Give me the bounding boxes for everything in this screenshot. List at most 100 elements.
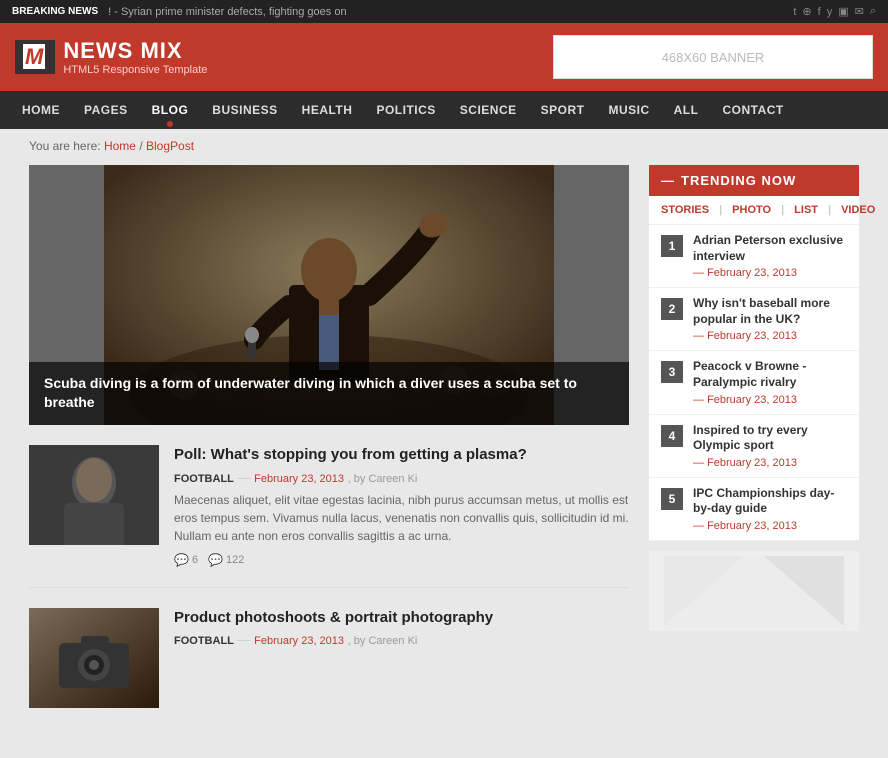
trend-number-2: 2 (661, 298, 683, 320)
trend-date-3: February 23, 2013 (693, 394, 847, 406)
sidebar-ad (649, 551, 859, 631)
tab-stories[interactable]: STORIES (661, 204, 709, 216)
breadcrumb: You are here: Home / BlogPost (29, 139, 859, 153)
nav-item-home[interactable]: HOME (10, 91, 72, 129)
breadcrumb-current[interactable]: BlogPost (146, 139, 194, 153)
article-author-2: by Careen Ki (354, 635, 418, 647)
breaking-text: ! - Syrian prime minister defects, fight… (108, 6, 793, 18)
youtube-icon[interactable]: y (827, 6, 833, 18)
article-date: February 23, 2013 (254, 473, 344, 485)
nav-link-all[interactable]: ALL (662, 91, 711, 129)
tab-list[interactable]: LIST (794, 204, 818, 216)
article-meta: Poll: What's stopping you from getting a… (174, 445, 629, 567)
nav-item-all[interactable]: ALL (662, 91, 711, 129)
nav-link-pages[interactable]: PAGES (72, 91, 140, 129)
share-count: 122 (226, 554, 244, 566)
article-thumb-svg-2 (29, 608, 159, 708)
nav-link-health[interactable]: HEALTH (290, 91, 365, 129)
sidebar-ad-svg (664, 556, 844, 626)
article-card-2: Product photoshoots & portrait photograp… (29, 608, 629, 728)
tab-photo[interactable]: PHOTO (732, 204, 771, 216)
article-title: Poll: What's stopping you from getting a… (174, 445, 629, 465)
nav-link-home[interactable]: HOME (10, 91, 72, 129)
main-layout: Scuba diving is a form of underwater div… (29, 165, 859, 748)
article-date-2: February 23, 2013 (254, 635, 344, 647)
nav-link-business[interactable]: BUSINESS (200, 91, 289, 129)
trend-text-5: IPC Championships day-by-day guide Febru… (693, 486, 847, 532)
trend-title-5[interactable]: IPC Championships day-by-day guide (693, 486, 847, 517)
share-stat: 💬 122 (208, 553, 244, 567)
article-thumb-svg (29, 445, 159, 545)
nav-item-contact[interactable]: CONTACT (710, 91, 795, 129)
breadcrumb-prefix: You are here: (29, 139, 101, 153)
mail-icon[interactable]: ✉ (855, 5, 864, 18)
trend-text-2: Why isn't baseball more popular in the U… (693, 296, 847, 342)
article-card: Poll: What's stopping you from getting a… (29, 445, 629, 588)
trending-header: TRENDING NOW (649, 165, 859, 196)
site-header: M NEWS MIX HTML5 Responsive Template 468… (0, 23, 888, 91)
site-subtitle: HTML5 Responsive Template (63, 64, 207, 76)
article-author: by Careen Ki (354, 473, 418, 485)
sidebar: TRENDING NOW STORIES | PHOTO | LIST | VI… (649, 165, 859, 748)
breadcrumb-home[interactable]: Home (104, 139, 136, 153)
breaking-icons: t ⊕ f y ▣ ✉ ⌕ (793, 5, 876, 18)
trending-box: TRENDING NOW STORIES | PHOTO | LIST | VI… (649, 165, 859, 541)
share-icon: 💬 (208, 553, 223, 567)
logo-text: NEWS MIX HTML5 Responsive Template (63, 38, 207, 76)
nav-item-health[interactable]: HEALTH (290, 91, 365, 129)
tab-sep-3: | (828, 204, 831, 216)
breaking-news-bar: BREAKING NEWS ! - Syrian prime minister … (0, 0, 888, 23)
trend-title-1[interactable]: Adrian Peterson exclusive interview (693, 233, 847, 264)
trend-number-4: 4 (661, 425, 683, 447)
trend-title-2[interactable]: Why isn't baseball more popular in the U… (693, 296, 847, 327)
nav-item-business[interactable]: BUSINESS (200, 91, 289, 129)
article-category-2: FOOTBALL (174, 635, 234, 647)
article-title-2: Product photoshoots & portrait photograp… (174, 608, 629, 628)
nav-link-science[interactable]: SCIENCE (448, 91, 529, 129)
trend-number-5: 5 (661, 488, 683, 510)
trending-item-3: 3 Peacock v Browne - Paralympic rivalry … (649, 351, 859, 414)
hero-article: Scuba diving is a form of underwater div… (29, 165, 629, 425)
trending-item-2: 2 Why isn't baseball more popular in the… (649, 288, 859, 351)
nav-item-science[interactable]: SCIENCE (448, 91, 529, 129)
nav-link-music[interactable]: MUSIC (596, 91, 661, 129)
trending-label: TRENDING NOW (681, 173, 796, 188)
google-icon[interactable]: ⊕ (802, 5, 811, 18)
breaking-label: BREAKING NEWS (12, 6, 98, 17)
nav-list: HOME PAGES BLOG BUSINESS HEALTH POLITICS… (10, 91, 878, 129)
trend-number-1: 1 (661, 235, 683, 257)
article-stats: 💬 6 💬 122 (174, 553, 629, 567)
trending-item-5: 5 IPC Championships day-by-day guide Feb… (649, 478, 859, 541)
facebook-icon[interactable]: f (818, 6, 821, 18)
nav-link-sport[interactable]: SPORT (529, 91, 597, 129)
logo-icon: M (15, 40, 55, 74)
nav-item-sport[interactable]: SPORT (529, 91, 597, 129)
tab-sep-1: | (719, 204, 722, 216)
comment-count: 6 (192, 554, 198, 566)
trend-date-1: February 23, 2013 (693, 267, 847, 279)
content-area: Scuba diving is a form of underwater div… (29, 165, 629, 748)
article-meta-2: Product photoshoots & portrait photograp… (174, 608, 629, 708)
nav-link-blog[interactable]: BLOG (140, 91, 201, 129)
nav-item-music[interactable]: MUSIC (596, 91, 661, 129)
logo-area: M NEWS MIX HTML5 Responsive Template (15, 38, 207, 76)
trend-title-4[interactable]: Inspired to try every Olympic sport (693, 423, 847, 454)
search-icon[interactable]: ⌕ (870, 5, 876, 18)
trending-tabs: STORIES | PHOTO | LIST | VIDEO (649, 196, 859, 225)
rss-icon[interactable]: ▣ (838, 5, 848, 18)
page-container: You are here: Home / BlogPost (14, 129, 874, 758)
nav-item-blog[interactable]: BLOG (140, 91, 201, 129)
comment-icon: 💬 (174, 553, 189, 567)
tab-sep-2: | (781, 204, 784, 216)
trend-date-5: February 23, 2013 (693, 520, 847, 532)
article-category: FOOTBALL (174, 473, 234, 485)
nav-item-politics[interactable]: POLITICS (364, 91, 447, 129)
trend-date-4: February 23, 2013 (693, 457, 847, 469)
nav-item-pages[interactable]: PAGES (72, 91, 140, 129)
twitter-icon[interactable]: t (793, 6, 796, 18)
trend-date-2: February 23, 2013 (693, 330, 847, 342)
trend-title-3[interactable]: Peacock v Browne - Paralympic rivalry (693, 359, 847, 390)
tab-video[interactable]: VIDEO (841, 204, 875, 216)
nav-link-contact[interactable]: CONTACT (710, 91, 795, 129)
nav-link-politics[interactable]: POLITICS (364, 91, 447, 129)
